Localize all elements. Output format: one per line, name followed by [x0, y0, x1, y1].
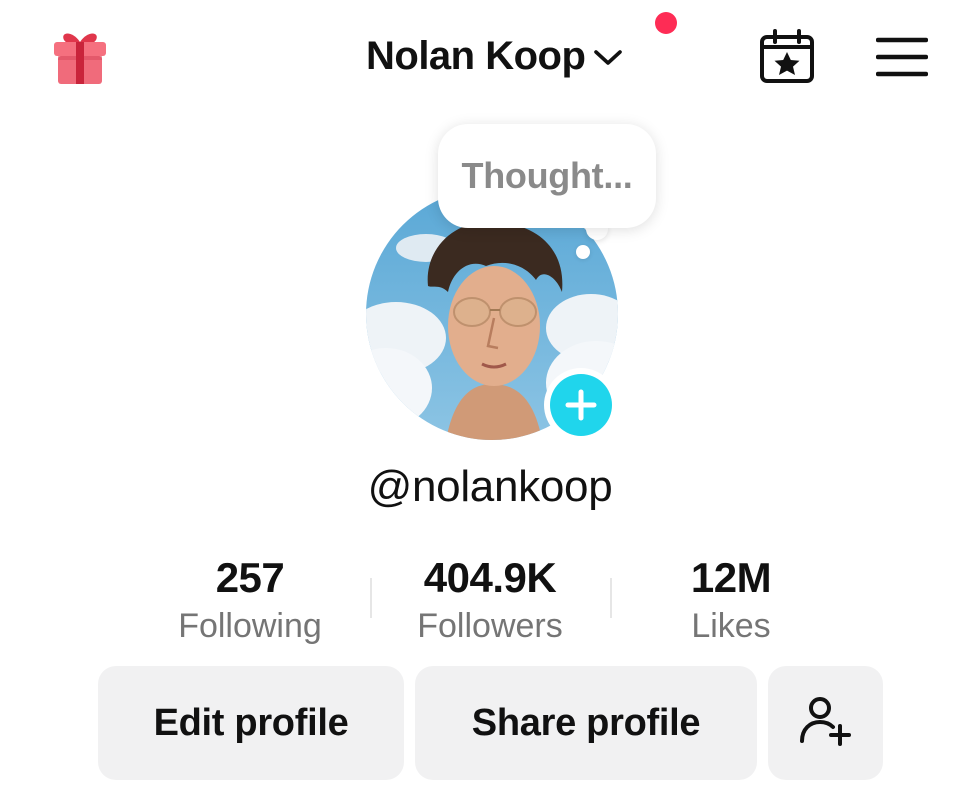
stat-likes[interactable]: 12M Likes [611, 552, 851, 648]
share-profile-button[interactable]: Share profile [415, 666, 757, 780]
share-profile-label: Share profile [471, 701, 701, 744]
stat-followers[interactable]: 404.9K Followers [370, 552, 610, 648]
plus-icon [550, 374, 612, 436]
edit-profile-label: Edit profile [153, 701, 349, 744]
notification-dot [655, 12, 677, 34]
gift-icon[interactable] [50, 26, 110, 86]
stat-label: Likes [691, 607, 771, 645]
chevron-down-icon [593, 48, 623, 68]
stat-label: Following [178, 607, 322, 645]
account-name: Nolan Koop [366, 33, 586, 78]
profile-page: Nolan Koop Thought... @nolankoop 257 Fol… [0, 0, 980, 808]
stat-following[interactable]: 257 Following [130, 552, 370, 648]
thought-placeholder: Thought... [461, 155, 633, 196]
profile-handle: @nolankoop [367, 462, 613, 511]
stat-label: Followers [417, 607, 563, 645]
thought-bubble[interactable]: Thought... [438, 124, 656, 228]
stat-value: 12M [690, 554, 772, 601]
edit-profile-button[interactable]: Edit profile [98, 666, 404, 780]
add-friend-icon [798, 693, 854, 754]
stat-value: 257 [215, 554, 285, 601]
account-switcher-button[interactable]: Nolan Koop [366, 28, 623, 84]
add-friend-button[interactable] [768, 666, 883, 780]
hamburger-menu-icon[interactable] [875, 36, 929, 78]
calendar-star-icon[interactable] [758, 28, 816, 86]
stat-value: 404.9K [423, 554, 557, 601]
thought-bubble-tail-small [576, 245, 590, 259]
add-story-button[interactable] [544, 368, 618, 442]
